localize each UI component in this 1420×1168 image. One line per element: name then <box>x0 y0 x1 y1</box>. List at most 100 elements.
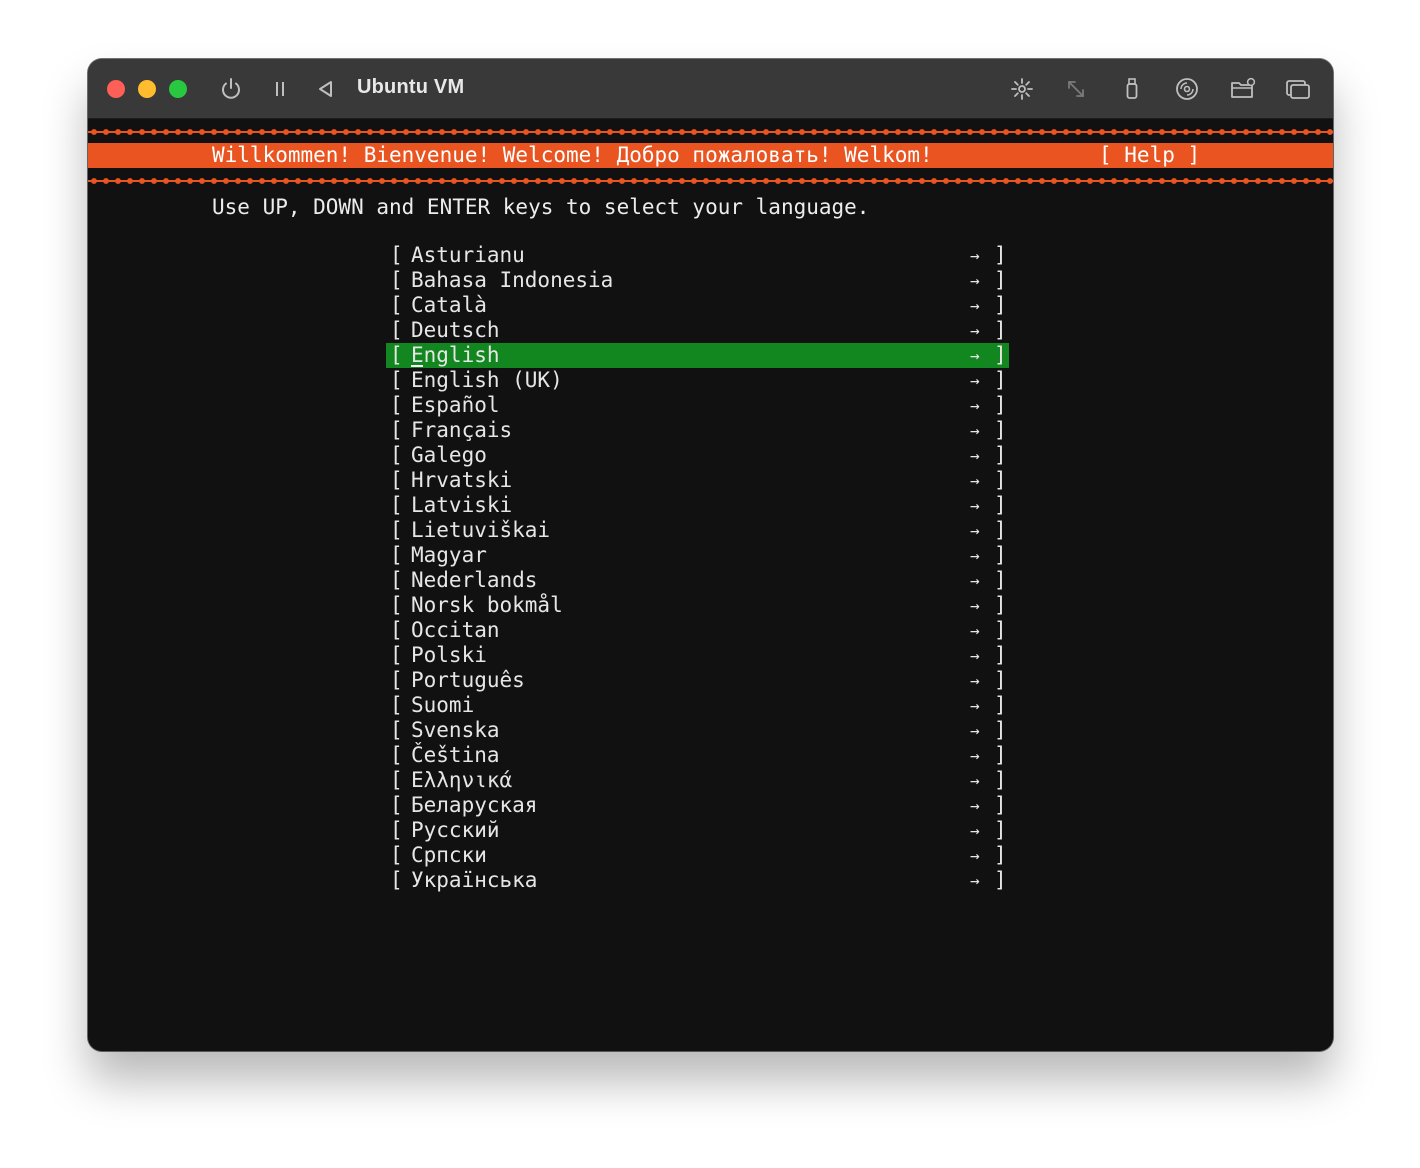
option-left-bracket: [ <box>390 743 403 767</box>
window-icon[interactable] <box>1284 75 1312 103</box>
language-option[interactable]: [English →] <box>386 343 1009 368</box>
right-arrow-icon: → <box>970 296 980 315</box>
right-arrow-icon: → <box>970 721 980 740</box>
pause-icon[interactable] <box>266 75 294 103</box>
option-right-bracket: ] <box>994 743 1007 767</box>
option-right-bracket: ] <box>994 418 1007 442</box>
option-right-bracket: ] <box>994 518 1007 542</box>
right-arrow-icon: → <box>970 521 980 540</box>
vm-screen[interactable]: Willkommen! Bienvenue! Welcome! Добро по… <box>88 119 1333 1051</box>
language-name: Čeština <box>411 743 500 767</box>
option-right-bracket: ] <box>994 693 1007 717</box>
option-right-bracket: ] <box>994 343 1007 367</box>
language-name: Magyar <box>411 543 487 567</box>
help-button[interactable]: [ Help ] <box>1099 143 1200 168</box>
right-arrow-icon: → <box>970 496 980 515</box>
right-arrow-icon: → <box>970 246 980 265</box>
option-left-bracket: [ <box>390 818 403 842</box>
language-name: English (UK) <box>411 368 563 392</box>
language-option[interactable]: [Nederlands →] <box>386 568 1009 593</box>
language-name: Latviski <box>411 493 513 517</box>
language-option[interactable]: [Українська →] <box>386 868 1009 893</box>
language-name: Bahasa Indonesia <box>411 268 614 292</box>
option-left-bracket: [ <box>390 543 403 567</box>
language-option[interactable]: [Latviski →] <box>386 493 1009 518</box>
language-option[interactable]: [Polski →] <box>386 643 1009 668</box>
language-option[interactable]: [Español →] <box>386 393 1009 418</box>
language-name: Nederlands <box>411 568 538 592</box>
shared-folder-icon[interactable] <box>1229 75 1257 103</box>
language-option[interactable]: [Bahasa Indonesia →] <box>386 268 1009 293</box>
option-right-bracket: ] <box>994 293 1007 317</box>
option-left-bracket: [ <box>390 418 403 442</box>
option-left-bracket: [ <box>390 568 403 592</box>
language-option[interactable]: [Беларуская →] <box>386 793 1009 818</box>
option-right-bracket: ] <box>994 593 1007 617</box>
language-option[interactable]: [Deutsch →] <box>386 318 1009 343</box>
option-left-bracket: [ <box>390 393 403 417</box>
minimize-button[interactable] <box>138 80 156 98</box>
option-left-bracket: [ <box>390 468 403 492</box>
language-name: Norsk bokmål <box>411 593 563 617</box>
right-arrow-icon: → <box>970 871 980 890</box>
option-left-bracket: [ <box>390 268 403 292</box>
option-right-bracket: ] <box>994 243 1007 267</box>
right-arrow-icon: → <box>970 796 980 815</box>
brightness-icon[interactable] <box>1008 75 1036 103</box>
language-option[interactable]: [ Čeština →] <box>386 743 1009 768</box>
language-name: Svenska <box>411 718 500 742</box>
language-option[interactable]: [ Magyar →] <box>386 543 1009 568</box>
language-option[interactable]: [Asturianu →] <box>386 243 1009 268</box>
option-right-bracket: ] <box>994 543 1007 567</box>
option-left-bracket: [ <box>390 443 403 467</box>
welcome-text: Willkommen! Bienvenue! Welcome! Добро по… <box>212 143 933 167</box>
language-option[interactable]: [Lietuviškai →] <box>386 518 1009 543</box>
language-option[interactable]: [Português →] <box>386 668 1009 693</box>
option-left-bracket: [ <box>390 718 403 742</box>
language-option[interactable]: [Français →] <box>386 418 1009 443</box>
option-left-bracket: [ <box>390 643 403 667</box>
language-name: Polski <box>411 643 487 667</box>
right-arrow-icon: → <box>970 846 980 865</box>
right-arrow-icon: → <box>970 321 980 340</box>
right-arrow-icon: → <box>970 746 980 765</box>
option-right-bracket: ] <box>994 793 1007 817</box>
language-option[interactable]: [Occitan →] <box>386 618 1009 643</box>
language-name: Hrvatski <box>411 468 513 492</box>
power-icon[interactable] <box>217 75 245 103</box>
language-option[interactable]: [Српски →] <box>386 843 1009 868</box>
language-option[interactable]: [Svenska →] <box>386 718 1009 743</box>
back-icon[interactable] <box>312 75 340 103</box>
language-option[interactable]: [Norsk bokmål →] <box>386 593 1009 618</box>
language-option[interactable]: [Galego →] <box>386 443 1009 468</box>
language-option[interactable]: [Català →] <box>386 293 1009 318</box>
language-name: Suomi <box>411 693 475 717</box>
option-right-bracket: ] <box>994 668 1007 692</box>
usb-icon[interactable] <box>1118 75 1146 103</box>
right-arrow-icon: → <box>970 546 980 565</box>
option-right-bracket: ] <box>994 493 1007 517</box>
language-name: English <box>411 343 500 367</box>
header-banner: Willkommen! Bienvenue! Welcome! Добро по… <box>88 143 1333 168</box>
right-arrow-icon: → <box>970 696 980 715</box>
close-button[interactable] <box>107 80 125 98</box>
option-right-bracket: ] <box>994 443 1007 467</box>
option-left-bracket: [ <box>390 668 403 692</box>
resize-icon[interactable] <box>1062 75 1090 103</box>
language-option[interactable]: [English (UK) →] <box>386 368 1009 393</box>
language-option[interactable]: [Ελληνικά →] <box>386 768 1009 793</box>
language-name: Deutsch <box>411 318 500 342</box>
zoom-button[interactable] <box>169 80 187 98</box>
disc-icon[interactable] <box>1173 75 1201 103</box>
language-option[interactable]: [Suomi →] <box>386 693 1009 718</box>
right-arrow-icon: → <box>970 421 980 440</box>
option-right-bracket: ] <box>994 768 1007 792</box>
right-arrow-icon: → <box>970 596 980 615</box>
right-arrow-icon: → <box>970 271 980 290</box>
language-option[interactable]: [Русский →] <box>386 818 1009 843</box>
option-right-bracket: ] <box>994 393 1007 417</box>
language-name: Lietuviškai <box>411 518 551 542</box>
language-list: [Asturianu →] [Bahasa Indonesia →] [Català →]… <box>386 243 1009 893</box>
language-name: Español <box>411 393 500 417</box>
language-option[interactable]: [Hrvatski →] <box>386 468 1009 493</box>
